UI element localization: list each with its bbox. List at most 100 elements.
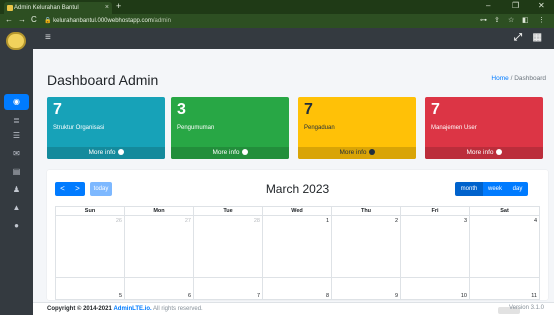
breadcrumb-current: Dashboard	[514, 75, 546, 82]
day-number: 7	[256, 293, 260, 299]
lock-icon[interactable]: ▲	[0, 200, 33, 216]
day-cell[interactable]: 1	[263, 216, 332, 277]
box-count: 3	[177, 101, 186, 118]
day-cell[interactable]: 11	[470, 278, 539, 299]
day-cell[interactable]: 27	[125, 216, 194, 277]
weekday-header: Wed	[263, 207, 332, 216]
day-cell[interactable]: 3	[401, 216, 470, 277]
sitemap-icon[interactable]: ≣	[0, 113, 33, 129]
box-label: Manajemen User	[431, 125, 477, 131]
star-icon[interactable]: ☆	[508, 16, 514, 24]
url-path: /admin	[152, 18, 171, 24]
box-struktur-organisasi: 7 Struktur Organisasi More info	[47, 97, 165, 159]
weekday-header: Thu	[332, 207, 401, 216]
calendar-header-row: Sun Mon Tue Wed Thu Fri Sat	[55, 206, 540, 216]
fullscreen-icon[interactable]: ⤢	[514, 32, 522, 43]
brand-link[interactable]: AdminLTE.io.	[113, 306, 151, 312]
arrow-circle-right-icon	[241, 149, 248, 155]
box-pengumuman: 3 Pengumuman More info	[171, 97, 289, 159]
tab-title: Admin Kelurahan Bantul	[14, 5, 79, 11]
day-cell[interactable]: 26	[56, 216, 125, 277]
day-number: 27	[184, 218, 191, 224]
day-cell[interactable]: 4	[470, 216, 539, 277]
extension-icon[interactable]: ◧	[522, 16, 529, 24]
day-number: 6	[187, 293, 191, 299]
weekday-header: Tue	[194, 207, 263, 216]
day-cell[interactable]: 10	[401, 278, 470, 299]
box-pengaduan: 7 Pengaduan More info	[298, 97, 416, 159]
favicon-icon	[7, 5, 13, 11]
browser-tab[interactable]: Admin Kelurahan Bantul ×	[4, 2, 112, 14]
reload-icon[interactable]: C	[31, 15, 37, 24]
day-cell[interactable]: 9	[332, 278, 401, 299]
menu-toggle-icon[interactable]: ≡	[45, 32, 51, 43]
url-host: kelurahanbantul.000webhostapp.com	[53, 18, 153, 24]
more-info-link[interactable]: More info	[425, 147, 543, 159]
grid-icon[interactable]: ▦	[533, 32, 542, 43]
list-icon[interactable]: ☰	[0, 128, 33, 144]
day-cell[interactable]: 7	[194, 278, 263, 299]
next-month-button[interactable]: >	[70, 182, 85, 196]
app-logo[interactable]	[6, 32, 26, 50]
day-cell[interactable]: 5	[56, 278, 125, 299]
browser-tab-bar: Admin Kelurahan Bantul × + – ❐ ✕	[0, 0, 554, 14]
day-cell[interactable]: 2	[332, 216, 401, 277]
power-icon[interactable]: ●	[0, 218, 33, 234]
weekday-header: Fri	[401, 207, 470, 216]
calendar-week-row: 5 6 7 8 9 10 11	[55, 278, 540, 300]
dashboard-icon[interactable]: ◉	[4, 94, 29, 110]
day-number: 8	[325, 293, 329, 299]
calendar-week-row: 26 27 28 1 2 3 4	[55, 216, 540, 278]
day-cell[interactable]: 6	[125, 278, 194, 299]
breadcrumb-separator: /	[510, 75, 513, 82]
arrow-circle-right-icon	[495, 149, 502, 155]
box-manajemen-user: 7 Manajemen User More info	[425, 97, 543, 159]
version-text: Version 3.1.0	[508, 305, 544, 311]
more-info-link[interactable]: More info	[298, 147, 416, 159]
day-number: 26	[115, 218, 122, 224]
key-icon[interactable]: ⊶	[480, 16, 487, 24]
day-number: 2	[394, 218, 398, 224]
inbox-icon[interactable]: ▤	[0, 164, 33, 180]
day-cell[interactable]: 8	[263, 278, 332, 299]
day-number: 1	[325, 218, 329, 224]
month-view-button[interactable]: month	[455, 182, 483, 196]
weekday-header: Sat	[500, 208, 509, 214]
day-cell[interactable]: 28	[194, 216, 263, 277]
window-close-icon[interactable]: ✕	[538, 1, 545, 10]
menu-dots-icon[interactable]: ⋮	[538, 16, 545, 24]
page-footer: Copyright © 2014-2021 AdminLTE.io. All r…	[33, 302, 554, 315]
day-view-button[interactable]: day	[507, 182, 528, 196]
tab-close-icon[interactable]: ×	[105, 2, 109, 14]
lock-url-icon: 🔒	[44, 18, 54, 24]
weekday-header: Sun	[56, 207, 125, 216]
box-label: Struktur Organisasi	[53, 125, 105, 131]
share-icon[interactable]: ⇪	[494, 16, 500, 24]
prev-month-button[interactable]: <	[55, 182, 70, 196]
users-icon[interactable]: ♟	[0, 182, 33, 198]
more-info-link[interactable]: More info	[171, 147, 289, 159]
new-tab-button[interactable]: +	[116, 1, 121, 11]
today-button[interactable]: today	[90, 182, 112, 196]
week-view-button[interactable]: week	[483, 182, 507, 196]
url-field[interactable]: 🔒 kelurahanbantul.000webhostapp.com/admi…	[44, 16, 474, 26]
more-info-link[interactable]: More info	[47, 147, 165, 159]
bullhorn-icon[interactable]: ✉	[0, 146, 33, 162]
breadcrumb-home-link[interactable]: Home	[491, 75, 508, 82]
arrow-circle-right-icon	[117, 149, 124, 155]
forward-icon[interactable]: →	[18, 15, 26, 24]
back-icon[interactable]: ←	[5, 15, 13, 24]
day-number: 9	[394, 293, 398, 299]
top-navbar: ≡ ⤢ ▦	[33, 28, 554, 49]
day-number: 28	[253, 218, 260, 224]
day-number: 11	[531, 293, 537, 299]
restore-icon[interactable]: ❐	[512, 1, 519, 10]
calendar-card: March 2023 < > today month week day Sun …	[47, 170, 548, 300]
minimize-icon[interactable]: –	[486, 1, 490, 10]
box-count: 7	[304, 101, 313, 118]
page-title: Dashboard Admin	[47, 72, 159, 88]
day-number: 4	[533, 218, 537, 224]
weekday-header: Mon	[125, 207, 194, 216]
day-number: 3	[463, 218, 467, 224]
copyright-text: Copyright © 2014-2021 AdminLTE.io. All r…	[47, 306, 203, 312]
